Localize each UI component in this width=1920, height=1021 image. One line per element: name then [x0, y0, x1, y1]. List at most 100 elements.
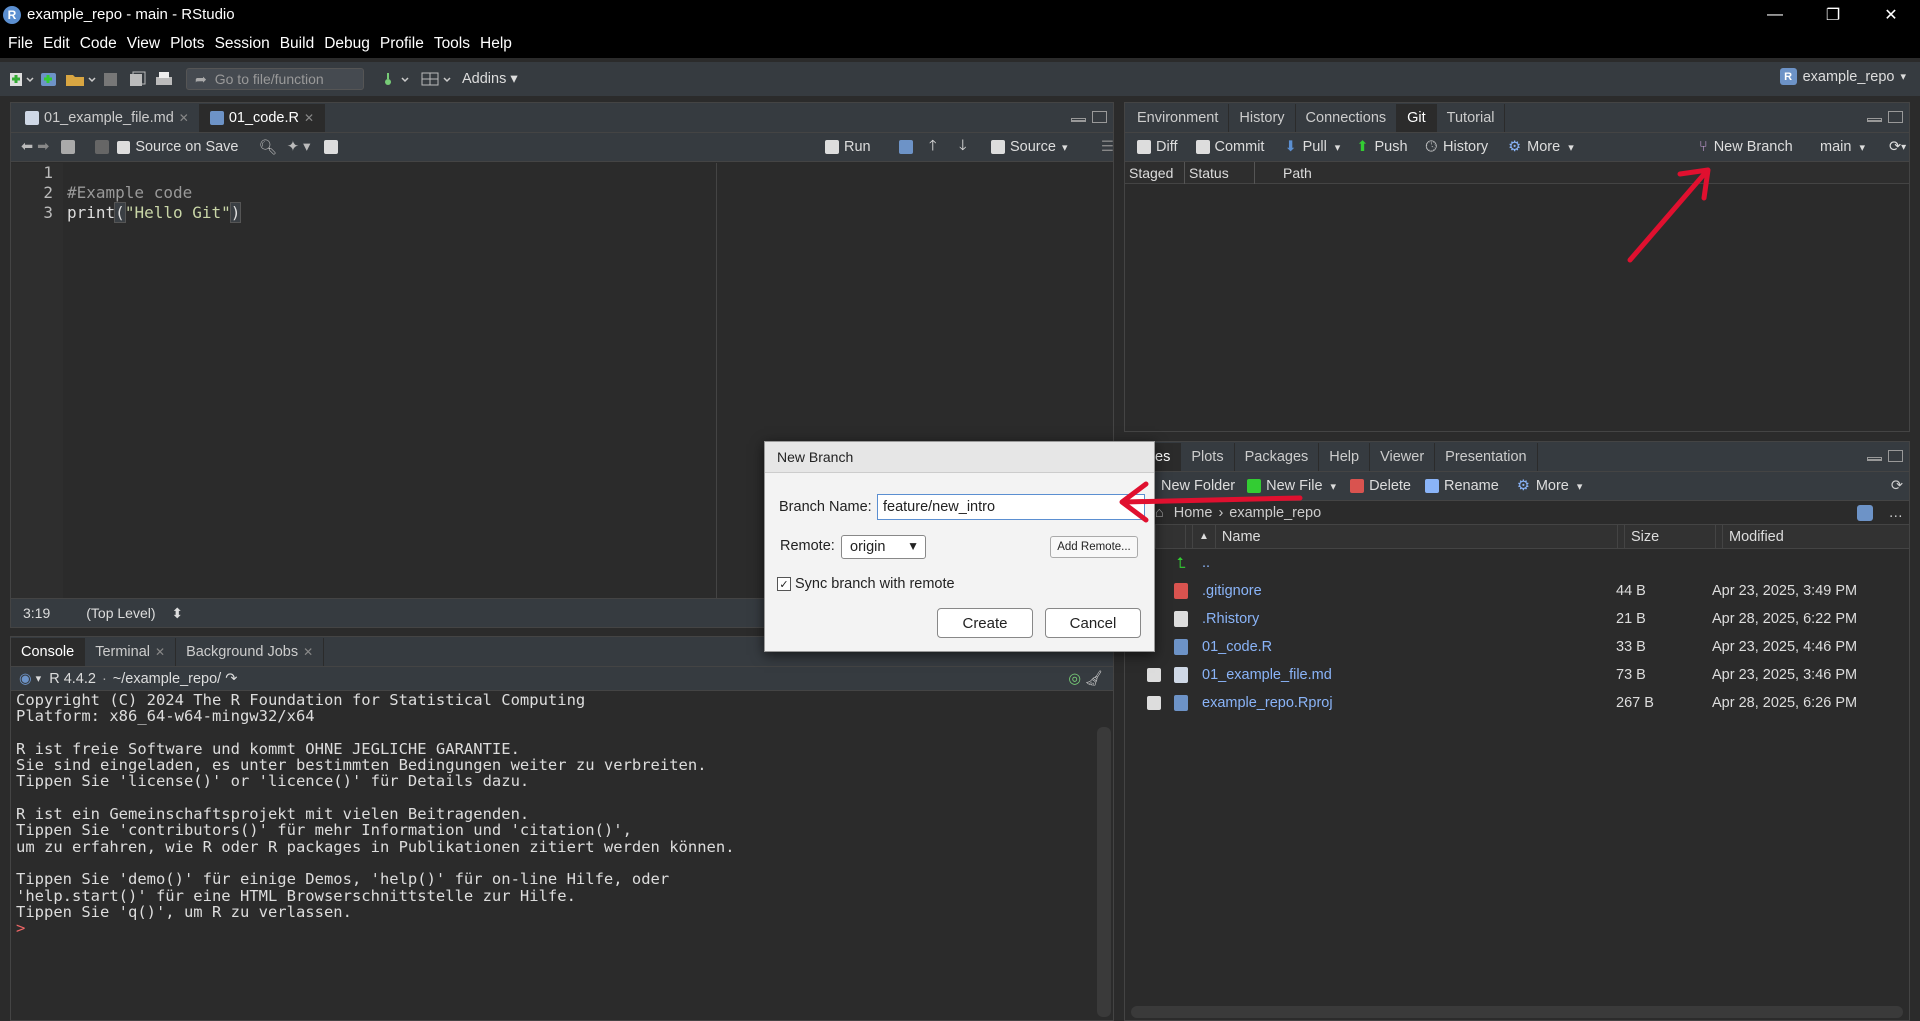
delete-button[interactable]: Delete — [1350, 478, 1411, 494]
breadcrumb-folder[interactable]: example_repo — [1229, 505, 1321, 521]
menu-debug[interactable]: Debug — [319, 35, 375, 53]
close-tab-icon[interactable]: ✕ — [179, 111, 189, 125]
commit-button[interactable]: Commit — [1195, 139, 1264, 155]
new-project-icon[interactable] — [38, 68, 60, 90]
working-directory[interactable]: ~/example_repo/ — [113, 671, 221, 687]
refresh-files-icon[interactable]: ⟳ — [1891, 478, 1903, 494]
push-button[interactable]: ⬆ Push — [1356, 139, 1407, 155]
menu-build[interactable]: Build — [275, 35, 319, 53]
row-checkbox[interactable] — [1147, 696, 1161, 710]
column-path[interactable]: Path — [1255, 162, 1316, 184]
menu-session[interactable]: Session — [210, 35, 275, 53]
pane-layout-icon[interactable] — [420, 68, 452, 90]
file-name[interactable]: .. — [1202, 555, 1210, 571]
go-up-icon[interactable]: 🡑 — [929, 135, 937, 160]
close-tab-icon[interactable]: ✕ — [303, 645, 313, 659]
compile-report-icon[interactable] — [324, 140, 339, 154]
source-button[interactable]: Source ▾ — [991, 139, 1067, 155]
column-name[interactable]: ▲ Name — [1185, 524, 1617, 549]
git-more-button[interactable]: ⚙ More ▾ — [1508, 139, 1574, 155]
tab-presentation[interactable]: Presentation — [1435, 443, 1538, 471]
branch-name-input[interactable] — [877, 494, 1145, 520]
file-name[interactable]: 01_example_file.md — [1202, 667, 1332, 683]
list-item[interactable]: ⮤ .. — [1125, 549, 1909, 577]
forward-icon[interactable]: ➡ — [37, 139, 49, 155]
rerun-icon[interactable] — [899, 140, 913, 154]
table-row[interactable]: 01_code.R 33 B Apr 23, 2025, 4:46 PM — [1125, 633, 1909, 661]
menu-plots[interactable]: Plots — [165, 35, 209, 53]
outline-icon[interactable]: ☰ — [1101, 139, 1114, 155]
git-history-button[interactable]: 🕓︎ History — [1426, 139, 1489, 155]
breadcrumb-home[interactable]: Home — [1174, 505, 1213, 521]
file-name[interactable]: 01_code.R — [1202, 639, 1272, 655]
tab-console[interactable]: Console — [11, 638, 86, 666]
rename-button[interactable]: Rename — [1425, 478, 1499, 494]
menu-file[interactable]: File — [3, 35, 38, 53]
create-button[interactable]: Create — [937, 608, 1033, 638]
chevron-down-icon[interactable]: ▾ — [36, 672, 42, 685]
restore-icon[interactable]: ❐ — [1804, 0, 1862, 29]
menu-help[interactable]: Help — [475, 35, 517, 53]
tab-01-example-file-md[interactable]: 01_example_file.md ✕ — [15, 104, 200, 132]
source-on-save-checkbox[interactable]: Source on Save — [117, 139, 239, 155]
table-row[interactable]: .Rhistory 21 B Apr 28, 2025, 6:22 PM — [1125, 605, 1909, 633]
addins-menu[interactable]: Addins ▾ — [462, 71, 518, 87]
cancel-button[interactable]: Cancel — [1045, 608, 1141, 638]
pull-button[interactable]: ⬇ Pull ▾ — [1284, 139, 1340, 155]
minimize-icon[interactable]: — — [1746, 0, 1804, 29]
minimize-pane-icon[interactable] — [1867, 118, 1882, 122]
tab-history[interactable]: History — [1229, 104, 1296, 132]
table-row[interactable]: example_repo.Rproj 267 B Apr 28, 2025, 6… — [1125, 689, 1909, 717]
file-name[interactable]: example_repo.Rproj — [1202, 695, 1333, 711]
add-remote-button[interactable]: Add Remote... — [1050, 536, 1138, 558]
console-scrollbar[interactable] — [1097, 727, 1111, 1017]
tab-environment[interactable]: Environment — [1127, 104, 1230, 132]
remote-select[interactable]: origin ▼ — [841, 535, 926, 559]
menu-profile[interactable]: Profile — [375, 35, 429, 53]
code-tools-icon[interactable]: ✦ ▾ — [287, 139, 310, 155]
new-file-button[interactable]: New File ▾ — [1247, 478, 1336, 494]
close-tab-icon[interactable]: ✕ — [304, 111, 314, 125]
column-size[interactable]: Size — [1617, 524, 1715, 549]
go-to-file-input[interactable]: ➦ Go to file/function — [186, 68, 364, 90]
tab-viewer[interactable]: Viewer — [1370, 443, 1436, 471]
file-name[interactable]: .Rhistory — [1202, 611, 1259, 627]
menu-code[interactable]: Code — [75, 35, 122, 53]
tab-plots[interactable]: Plots — [1181, 443, 1235, 471]
minimize-pane-icon[interactable] — [1071, 118, 1086, 122]
console-output[interactable]: Copyright (C) 2024 The R Foundation for … — [11, 692, 1093, 1020]
tab-background-jobs[interactable]: Background Jobs ✕ — [176, 638, 325, 666]
save-file-icon[interactable] — [95, 140, 110, 154]
find-replace-icon[interactable]: 🔍︎ — [259, 139, 277, 156]
new-branch-button[interactable]: ⑂ New Branch — [1699, 139, 1793, 155]
minimize-pane-icon[interactable] — [1867, 457, 1882, 461]
version-control-icon[interactable] — [380, 68, 410, 90]
menu-view[interactable]: View — [122, 35, 165, 53]
menu-edit[interactable]: Edit — [38, 35, 75, 53]
table-row[interactable]: 01_example_file.md 73 B Apr 23, 2025, 3:… — [1125, 661, 1909, 689]
go-down-icon[interactable]: 🡓 — [959, 135, 967, 160]
refresh-icon[interactable]: ⟳ ▾ — [1889, 139, 1906, 155]
sync-branch-checkbox[interactable]: ✓ Sync branch with remote — [777, 576, 955, 592]
more-options-icon[interactable]: … — [1889, 505, 1904, 521]
menu-tools[interactable]: Tools — [429, 35, 475, 53]
maximize-pane-icon[interactable] — [1092, 111, 1107, 123]
back-icon[interactable]: ⬅ — [21, 139, 33, 155]
save-icon[interactable] — [100, 68, 122, 90]
tab-connections[interactable]: Connections — [1295, 104, 1398, 132]
scope-selector[interactable]: (Top Level) ⬍ — [62, 605, 195, 622]
save-all-icon[interactable] — [126, 68, 148, 90]
close-icon[interactable]: ✕ — [1862, 0, 1920, 29]
go-to-directory-icon[interactable]: ↷ — [225, 671, 237, 687]
close-tab-icon[interactable]: ✕ — [155, 645, 165, 659]
maximize-pane-icon[interactable] — [1888, 111, 1903, 123]
table-row[interactable]: .gitignore 44 B Apr 23, 2025, 3:49 PM — [1125, 577, 1909, 605]
row-checkbox[interactable] — [1147, 668, 1161, 682]
run-button[interactable]: Run — [825, 139, 871, 155]
tab-01-code-r[interactable]: 01_code.R ✕ — [199, 104, 326, 132]
diff-button[interactable]: Diff — [1137, 139, 1178, 155]
branch-selector[interactable]: main ▾ — [1820, 139, 1865, 155]
project-menu[interactable]: R example_repo ▾ — [1779, 68, 1906, 85]
column-status[interactable]: Status — [1185, 161, 1255, 184]
show-in-window-icon[interactable] — [61, 140, 76, 154]
